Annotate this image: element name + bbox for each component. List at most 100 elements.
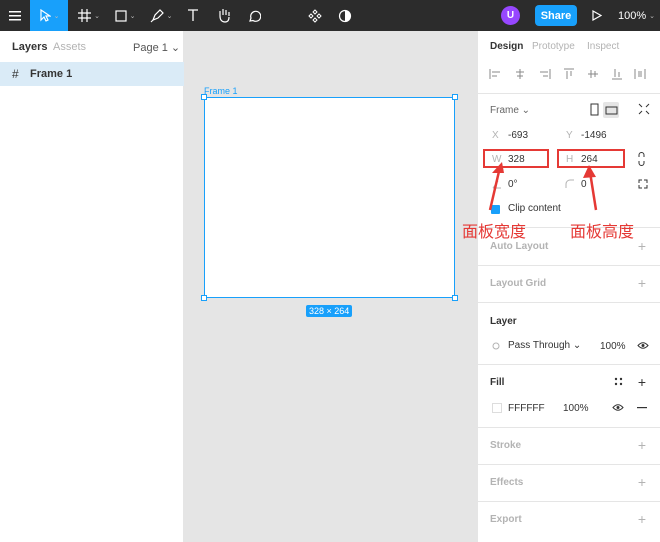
landscape-toggle[interactable]: [603, 102, 619, 118]
eye-icon[interactable]: [612, 403, 624, 412]
chevron-down-icon: ⌄: [53, 12, 60, 20]
add-effect-icon[interactable]: +: [638, 475, 646, 489]
add-export-icon[interactable]: +: [638, 512, 646, 526]
main-menu-button[interactable]: [0, 0, 30, 31]
chevron-down-icon: ⌄: [166, 12, 173, 20]
play-icon: [592, 10, 602, 21]
align-horizontal-center-icon[interactable]: [513, 67, 527, 81]
comment-tool-button[interactable]: [242, 0, 266, 31]
hamburger-icon: [9, 10, 21, 20]
user-avatar[interactable]: U: [501, 6, 520, 25]
frame-label[interactable]: Frame 1: [204, 86, 238, 96]
layer-section-title: Layer: [490, 316, 517, 327]
tab-assets[interactable]: Assets: [53, 41, 86, 53]
blend-mode-dropdown[interactable]: Pass Through ⌄: [508, 340, 581, 351]
contrast-icon: [338, 9, 352, 22]
add-fill-icon[interactable]: +: [638, 375, 646, 389]
portrait-icon[interactable]: [590, 103, 600, 117]
align-left-icon[interactable]: [488, 67, 502, 81]
layer-item-frame-1[interactable]: # Frame 1: [0, 62, 184, 86]
align-right-icon[interactable]: [538, 67, 552, 81]
left-panel-tabs: Layers Assets Page 1 ⌄: [0, 31, 183, 61]
alignment-toolbar: [478, 67, 660, 83]
components-button[interactable]: [304, 0, 326, 31]
text-icon: [188, 9, 198, 21]
mask-button[interactable]: [334, 0, 356, 31]
add-layout-grid-icon[interactable]: +: [638, 276, 646, 290]
blend-mode-icon: [492, 342, 500, 350]
properties-panel: Design Prototype Inspect Frame ⌄ X -693 …: [477, 31, 660, 542]
layer-opacity-input[interactable]: 100%: [600, 341, 626, 352]
hand-tool-button[interactable]: [212, 0, 236, 31]
divider: [478, 302, 660, 303]
frame-tool-button[interactable]: ⌄: [72, 0, 106, 31]
fill-hex-input[interactable]: FFFFFF: [508, 403, 545, 414]
annotation-arrows: [488, 162, 598, 211]
resize-handle-bottom-left[interactable]: [201, 295, 207, 301]
y-input[interactable]: -1496: [581, 130, 607, 141]
align-top-icon[interactable]: [562, 67, 576, 81]
resize-handle-top-right[interactable]: [452, 94, 458, 100]
chevron-down-icon: ⌄: [649, 12, 656, 20]
divider: [478, 501, 660, 502]
zoom-value: 100%: [618, 9, 647, 22]
x-label: X: [492, 130, 499, 141]
tab-design[interactable]: Design: [490, 41, 523, 52]
page-selector[interactable]: Page 1 ⌄: [133, 41, 180, 54]
auto-layout-title: Auto Layout: [490, 241, 549, 252]
style-grid-icon[interactable]: [614, 377, 623, 386]
add-stroke-icon[interactable]: +: [638, 438, 646, 452]
divider: [478, 265, 660, 266]
text-tool-button[interactable]: [182, 0, 204, 31]
shape-tool-button[interactable]: ⌄: [108, 0, 142, 31]
effects-section-title: Effects: [490, 477, 524, 488]
fill-section-title: Fill: [490, 377, 505, 388]
independent-corners-icon[interactable]: [638, 179, 648, 189]
share-button[interactable]: Share: [535, 5, 577, 26]
add-auto-layout-icon[interactable]: +: [638, 239, 646, 253]
divider: [478, 427, 660, 428]
tab-layers[interactable]: Layers: [12, 41, 47, 53]
resize-to-fit-icon[interactable]: [638, 103, 650, 115]
selected-frame[interactable]: [201, 94, 458, 301]
align-bottom-icon[interactable]: [610, 67, 624, 81]
size-badge: 328 × 264: [306, 305, 353, 317]
present-button[interactable]: [588, 0, 606, 31]
component-icon: [308, 8, 322, 23]
toolbar: ⌄ ⌄ ⌄ ⌄ U Share 100% ⌄: [0, 0, 660, 31]
height-annotation: 面板高度: [570, 222, 635, 241]
tab-prototype[interactable]: Prototype: [532, 41, 575, 52]
resize-handle-top-left[interactable]: [201, 94, 207, 100]
divider: [478, 364, 660, 365]
constrain-proportions-icon[interactable]: [637, 152, 646, 166]
fill-color-swatch[interactable]: [492, 403, 502, 413]
layers-panel: Layers Assets Page 1 ⌄ # Frame 1: [0, 31, 184, 542]
rectangle-icon: [114, 9, 127, 22]
frame-preset-dropdown[interactable]: Frame ⌄: [490, 105, 530, 116]
x-input[interactable]: -693: [508, 130, 528, 141]
landscape-icon: [605, 106, 618, 115]
stroke-section-title: Stroke: [490, 440, 522, 451]
pen-icon: [150, 8, 164, 22]
chevron-down-icon: ⌄: [129, 12, 136, 20]
resize-handle-bottom-right[interactable]: [452, 295, 458, 301]
pen-tool-button[interactable]: ⌄: [144, 0, 178, 31]
fill-opacity-input[interactable]: 100%: [563, 403, 589, 414]
comment-icon: [249, 10, 261, 22]
distribute-icon[interactable]: [633, 67, 647, 81]
cursor-icon: [39, 9, 51, 22]
remove-fill-icon[interactable]: [637, 407, 647, 409]
canvas[interactable]: Frame 1 328 × 264: [184, 31, 477, 542]
eye-icon[interactable]: [637, 341, 649, 350]
export-section-title: Export: [490, 514, 522, 525]
layout-grid-title: Layout Grid: [490, 278, 547, 289]
zoom-dropdown[interactable]: 100% ⌄: [618, 0, 655, 31]
move-tool-button[interactable]: ⌄: [30, 0, 68, 31]
chevron-down-icon: ⌄: [94, 12, 100, 20]
tab-inspect[interactable]: Inspect: [587, 41, 619, 52]
divider: [478, 93, 660, 94]
y-label: Y: [566, 130, 573, 141]
frame-icon: #: [12, 67, 19, 81]
divider: [478, 464, 660, 465]
align-vertical-center-icon[interactable]: [586, 67, 600, 81]
